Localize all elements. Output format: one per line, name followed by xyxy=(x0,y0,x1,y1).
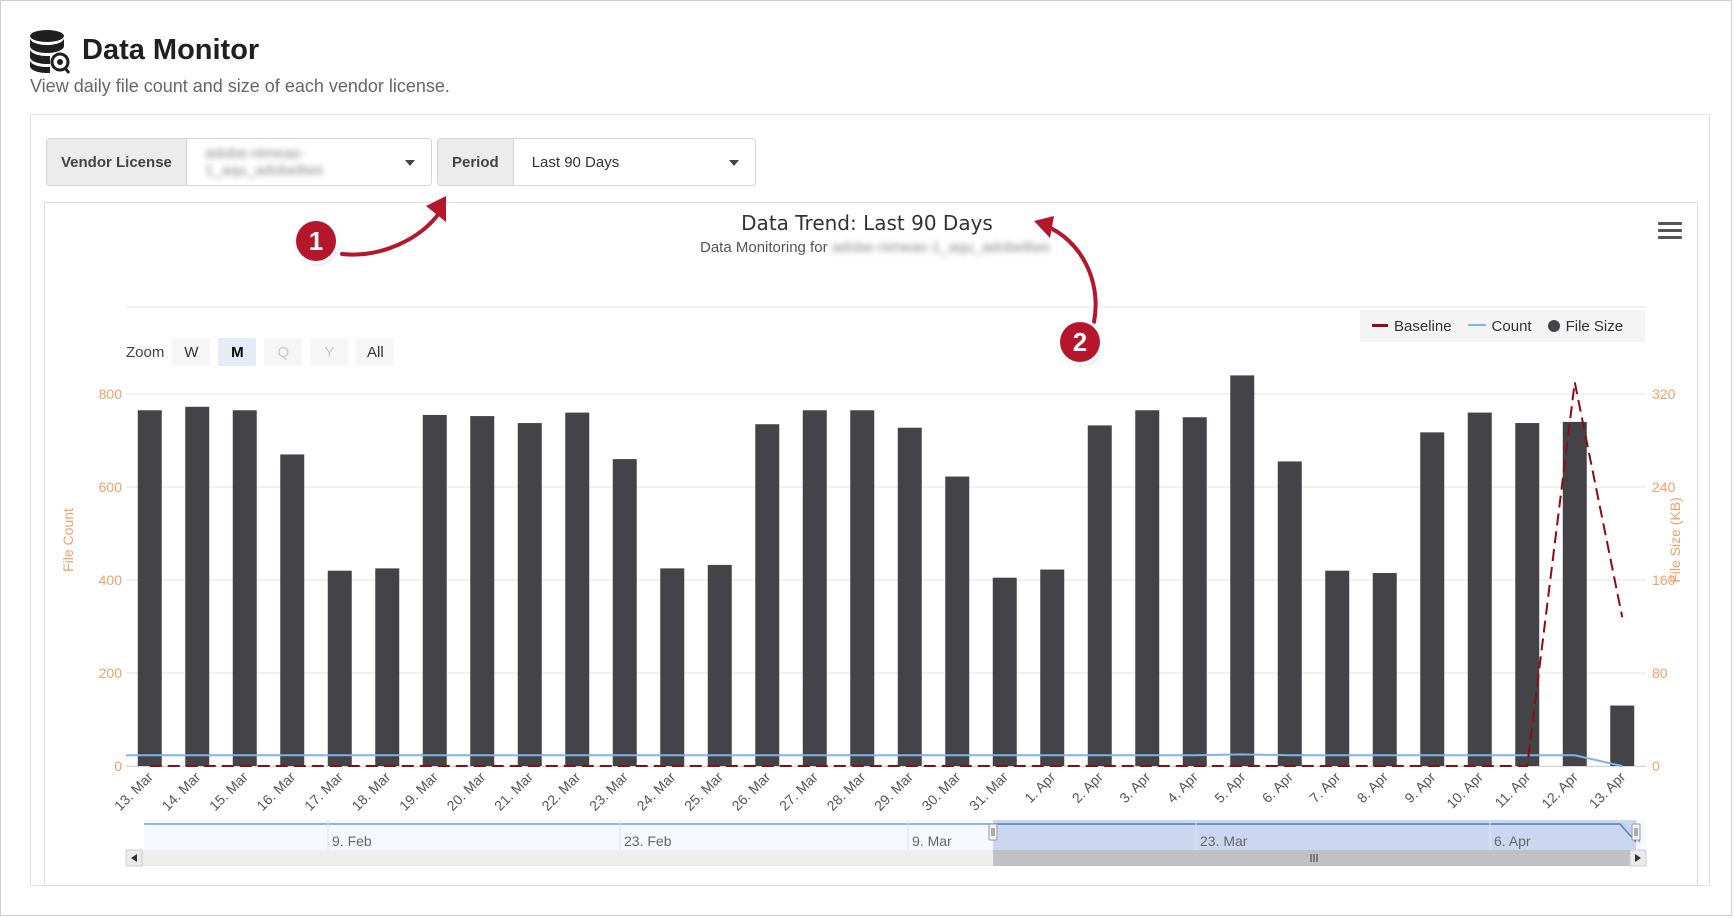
callout-arrow-head-2 xyxy=(1034,216,1054,238)
x-tick-label: 6. Apr xyxy=(1259,769,1296,806)
bar-file-size xyxy=(850,410,875,766)
callout-badge-1: 1 xyxy=(296,221,336,261)
bar-file-size xyxy=(375,568,400,766)
bar-file-size xyxy=(137,410,162,766)
x-tick-label: 23. Mar xyxy=(586,769,631,814)
x-tick-label: 14. Mar xyxy=(158,769,203,814)
x-tick-label: 19. Mar xyxy=(396,769,441,814)
callout-arrow-1 xyxy=(340,210,442,257)
navigator-tick-label: 23. Mar xyxy=(1200,833,1248,849)
bar-file-size xyxy=(1372,573,1397,766)
x-tick-label: 12. Apr xyxy=(1538,769,1581,812)
bar-file-size xyxy=(1135,410,1160,766)
x-tick-label: 27. Mar xyxy=(776,769,821,814)
x-tick-label: 4. Apr xyxy=(1164,769,1201,806)
line-baseline xyxy=(149,382,1624,767)
bar-file-size xyxy=(1562,421,1587,766)
bar-file-size xyxy=(1515,423,1540,766)
bar-file-size xyxy=(1325,570,1350,766)
bar-file-size xyxy=(1040,569,1065,766)
y-tick-label-right: 320 xyxy=(1652,386,1676,402)
bar-file-size xyxy=(565,412,590,766)
navigator-handle-left xyxy=(988,823,998,841)
x-tick-label: 15. Mar xyxy=(206,769,251,814)
x-tick-label: 31. Mar xyxy=(966,769,1011,814)
y-axis-title-left: File Count xyxy=(60,508,76,572)
callout-arrow-2 xyxy=(1044,224,1098,324)
bar-file-size xyxy=(1277,461,1302,766)
bar-file-size xyxy=(1420,432,1445,766)
x-tick-label: 10. Apr xyxy=(1443,769,1486,812)
y-tick-label-right: 80 xyxy=(1652,665,1668,681)
x-tick-label: 28. Mar xyxy=(823,769,868,814)
y-tick-label-left: 200 xyxy=(99,665,123,681)
y-tick-label-left: 600 xyxy=(99,479,123,495)
y-tick-label-left: 400 xyxy=(99,572,123,588)
x-tick-label: 24. Mar xyxy=(633,769,678,814)
x-tick-label: 21. Mar xyxy=(491,769,536,814)
navigator-tick-label: 9. Feb xyxy=(332,833,372,849)
x-tick-label: 5. Apr xyxy=(1211,769,1248,806)
x-tick-label: 26. Mar xyxy=(728,769,773,814)
y-tick-label-left: 800 xyxy=(99,386,123,402)
bar-file-size xyxy=(327,570,352,766)
data-trend-chart: 0200400600800080160240320File Count File … xyxy=(60,196,1683,867)
x-tick-label: 2. Apr xyxy=(1069,769,1106,806)
bar-file-size xyxy=(422,414,447,766)
navigator-handle-right xyxy=(1631,823,1641,841)
x-tick-label: 16. Mar xyxy=(253,769,298,814)
x-tick-label: 9. Apr xyxy=(1401,769,1438,806)
bar-file-size xyxy=(1467,412,1492,766)
bar-file-size xyxy=(1610,705,1635,766)
x-tick-label: 22. Mar xyxy=(538,769,583,814)
callout-badge-2: 2 xyxy=(1060,322,1100,362)
x-tick-label: 20. Mar xyxy=(443,769,488,814)
bar-file-size xyxy=(280,454,305,766)
bar-file-size xyxy=(897,427,922,766)
navigator-tick-label: 9. Mar xyxy=(912,833,952,849)
y-tick-label-right: 0 xyxy=(1652,758,1660,774)
bar-file-size xyxy=(1182,417,1207,766)
bar-file-size xyxy=(755,424,780,766)
bar-file-size xyxy=(660,568,685,766)
x-tick-label: 1. Apr xyxy=(1021,769,1058,806)
x-tick-label: 13. Mar xyxy=(111,769,156,814)
bar-file-size xyxy=(1087,425,1112,766)
bar-file-size xyxy=(802,410,827,766)
bar-file-size xyxy=(707,564,732,766)
navigator-tick-label: 6. Apr xyxy=(1494,833,1531,849)
y-axis-title-right: File Size (KB) xyxy=(1667,497,1683,583)
x-tick-label: 29. Mar xyxy=(871,769,916,814)
bar-file-size xyxy=(470,416,495,766)
x-tick-label: 30. Mar xyxy=(918,769,963,814)
bar-file-size xyxy=(517,423,542,766)
x-tick-label: 8. Apr xyxy=(1354,769,1391,806)
y-tick-label-left: 0 xyxy=(114,758,122,774)
bar-file-size xyxy=(1230,375,1255,766)
x-tick-label: 7. Apr xyxy=(1306,769,1343,806)
x-tick-label: 17. Mar xyxy=(301,769,346,814)
bar-file-size xyxy=(612,459,637,766)
x-tick-label: 25. Mar xyxy=(681,769,726,814)
bar-file-size xyxy=(992,577,1017,766)
bar-file-size xyxy=(232,410,257,766)
x-tick-label: 13. Apr xyxy=(1586,769,1629,812)
bar-file-size xyxy=(945,476,970,766)
navigator-tick-label: 23. Feb xyxy=(624,833,672,849)
bar-file-size xyxy=(185,406,210,766)
x-tick-label: 11. Apr xyxy=(1491,769,1533,811)
x-tick-label: 3. Apr xyxy=(1116,769,1153,806)
y-tick-label-right: 240 xyxy=(1652,479,1676,495)
x-tick-label: 18. Mar xyxy=(348,769,393,814)
